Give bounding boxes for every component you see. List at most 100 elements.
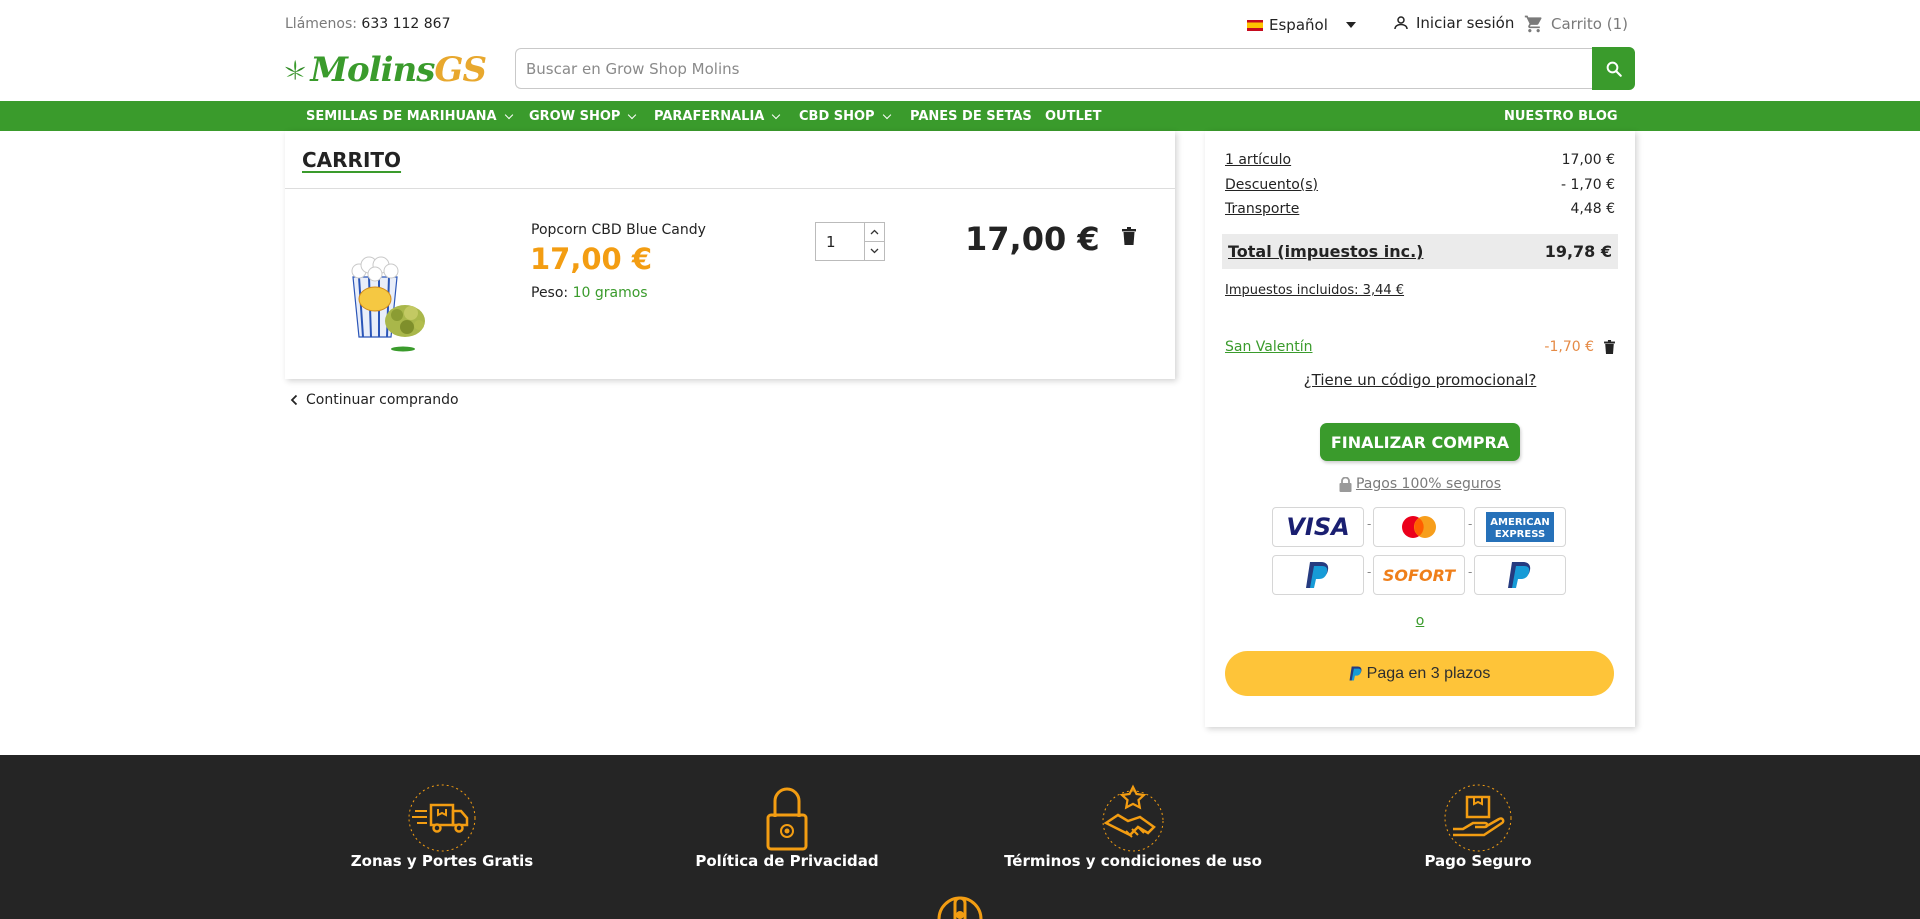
- sofort-icon: SOFORT: [1383, 566, 1456, 585]
- nav-item-grow-shop[interactable]: GROW SHOP: [529, 101, 637, 131]
- nav-item-label: OUTLET: [1045, 108, 1102, 124]
- checkout-button[interactable]: FINALIZAR COMPRA: [1320, 423, 1520, 461]
- quantity-input[interactable]: [816, 223, 864, 260]
- nav-item-label: NUESTRO BLOG: [1504, 108, 1618, 124]
- feature-label: Política de Privacidad: [695, 852, 879, 870]
- feature-label: Pago Seguro: [1424, 852, 1532, 870]
- separator: -: [1367, 565, 1372, 579]
- caret-down-icon: [1345, 22, 1356, 28]
- product-unit-price: 17,00 €: [530, 242, 653, 276]
- chevron-down-icon: [882, 110, 891, 119]
- svg-text:SOFORT: SOFORT: [1383, 566, 1456, 585]
- logo-wordmark: MolinsGS: [310, 50, 487, 90]
- product-weight: Peso: 10 gramos: [531, 285, 648, 301]
- promo-code-link[interactable]: ¿Tiene un código promocional?: [1205, 371, 1635, 389]
- cart-divider: [285, 188, 1175, 189]
- summary-total-row: Total (impuestos inc.) 19,78 €: [1222, 234, 1618, 269]
- svg-text:AMERICAN: AMERICAN: [1490, 517, 1549, 528]
- order-summary: 1 artículo 17,00 € Descuento(s) - 1,70 €…: [1205, 131, 1635, 727]
- separator: -: [1468, 565, 1473, 579]
- paypal-icon: [1306, 562, 1329, 588]
- visa-icon: VISA: [1286, 515, 1349, 539]
- total-label: Total (impuestos inc.): [1228, 242, 1424, 261]
- weight-label: Peso:: [531, 285, 569, 301]
- header-cart-link[interactable]: Carrito (1): [1523, 14, 1628, 34]
- paypal-logo-alt: [1474, 555, 1566, 595]
- remove-voucher-trash-icon[interactable]: [1604, 340, 1615, 354]
- paypal-pay-in-3-button[interactable]: Paga en 3 plazos: [1225, 651, 1614, 696]
- discount-value: - 1,70 €: [1560, 177, 1615, 193]
- cannabis-leaf-icon: [285, 59, 306, 80]
- phone-number[interactable]: 633 112 867: [361, 16, 450, 32]
- svg-text:VISA: VISA: [1286, 515, 1349, 539]
- cart-panel: CARRITO Popcorn CBD Blue Candy 17,00 € P…: [285, 131, 1175, 379]
- partial-footer-icon: [937, 896, 983, 919]
- search-button[interactable]: [1592, 47, 1635, 90]
- separator: -: [1468, 517, 1473, 531]
- summary-shipping-row: Transporte 4,48 €: [1225, 201, 1615, 217]
- mastercard-icon: [1402, 516, 1436, 538]
- chevron-down-icon: [870, 248, 879, 254]
- site-logo[interactable]: MolinsGS: [284, 46, 487, 94]
- continue-shopping-label: Continuar comprando: [306, 392, 459, 408]
- shipping-label: Transporte: [1225, 201, 1300, 217]
- product-image[interactable]: [345, 249, 435, 359]
- sofort-logo: SOFORT: [1373, 555, 1465, 595]
- summary-items-row: 1 artículo 17,00 €: [1225, 152, 1615, 168]
- line-total: 17,00 €: [965, 220, 1100, 258]
- amex-icon: AMERICAN EXPRESS: [1486, 512, 1554, 542]
- footer-features: Zonas y Portes Gratis Política de Privac…: [0, 755, 1920, 919]
- language-selector[interactable]: Español: [1247, 16, 1356, 34]
- total-value: 19,78 €: [1544, 242, 1612, 261]
- paypal-pay-in-3-label: Paga en 3 plazos: [1366, 664, 1491, 682]
- nav-item-blog[interactable]: NUESTRO BLOG: [1504, 101, 1618, 131]
- secure-payment-icon: [1444, 784, 1512, 852]
- quantity-increase-button[interactable]: [865, 223, 884, 242]
- remove-item-trash-icon[interactable]: [1122, 227, 1136, 245]
- search-input[interactable]: [526, 59, 1592, 78]
- shopping-cart-icon: [1524, 15, 1542, 33]
- or-separator: o: [1415, 613, 1425, 629]
- quantity-buttons: [864, 223, 884, 260]
- signin-link[interactable]: Iniciar sesión: [1392, 14, 1514, 32]
- secure-payments-note[interactable]: Pagos 100% seguros: [1205, 476, 1635, 492]
- logo-accent: GS: [434, 50, 487, 90]
- nav-item-label: GROW SHOP: [529, 108, 621, 124]
- summary-discount-row: Descuento(s) - 1,70 €: [1225, 177, 1615, 193]
- search-box: [515, 48, 1592, 89]
- nav-item-parafernalia[interactable]: PARAFERNALIA: [654, 101, 781, 131]
- feature-label: Zonas y Portes Gratis: [350, 852, 534, 870]
- nav-item-semillas[interactable]: SEMILLAS DE MARIHUANA: [306, 101, 513, 131]
- quantity-decrease-button[interactable]: [865, 242, 884, 260]
- separator: -: [1367, 517, 1372, 531]
- chevron-down-icon: [628, 110, 637, 119]
- phone-contact: Llámenos: 633 112 867: [285, 16, 451, 32]
- paypal-icon: [1349, 666, 1362, 681]
- items-subtotal: 17,00 €: [1561, 152, 1615, 168]
- nav-item-label: CBD SHOP: [799, 108, 875, 124]
- phone-label: Llámenos:: [285, 16, 357, 32]
- language-label: Español: [1269, 16, 1328, 34]
- nav-item-panes-de-setas[interactable]: PANES DE SETAS: [910, 101, 1032, 131]
- nav-item-label: SEMILLAS DE MARIHUANA: [306, 108, 497, 124]
- shipping-value: 4,48 €: [1570, 201, 1615, 217]
- continue-shopping-link[interactable]: Continuar comprando: [290, 392, 459, 408]
- cart-title: CARRITO: [302, 148, 402, 172]
- discount-label: Descuento(s): [1225, 177, 1319, 193]
- user-icon: [1394, 16, 1408, 30]
- feature-label: Términos y condiciones de uso: [1004, 852, 1262, 870]
- tax-included-note: Impuestos incluidos: 3,44 €: [1225, 283, 1405, 298]
- weight-value: 10 gramos: [572, 285, 648, 301]
- amex-logo: AMERICAN EXPRESS: [1474, 507, 1566, 547]
- chevron-left-icon: [290, 394, 298, 406]
- paypal-logo: [1272, 555, 1364, 595]
- product-name[interactable]: Popcorn CBD Blue Candy: [531, 222, 706, 238]
- svg-text:EXPRESS: EXPRESS: [1495, 529, 1545, 540]
- voucher-name: San Valentín: [1225, 339, 1313, 355]
- signin-label: Iniciar sesión: [1416, 14, 1515, 32]
- nav-item-label: PARAFERNALIA: [654, 108, 765, 124]
- nav-item-cbd-shop[interactable]: CBD SHOP: [799, 101, 891, 131]
- nav-item-outlet[interactable]: OUTLET: [1045, 101, 1102, 131]
- paypal-icon: [1508, 562, 1531, 588]
- search-icon: [1606, 61, 1622, 77]
